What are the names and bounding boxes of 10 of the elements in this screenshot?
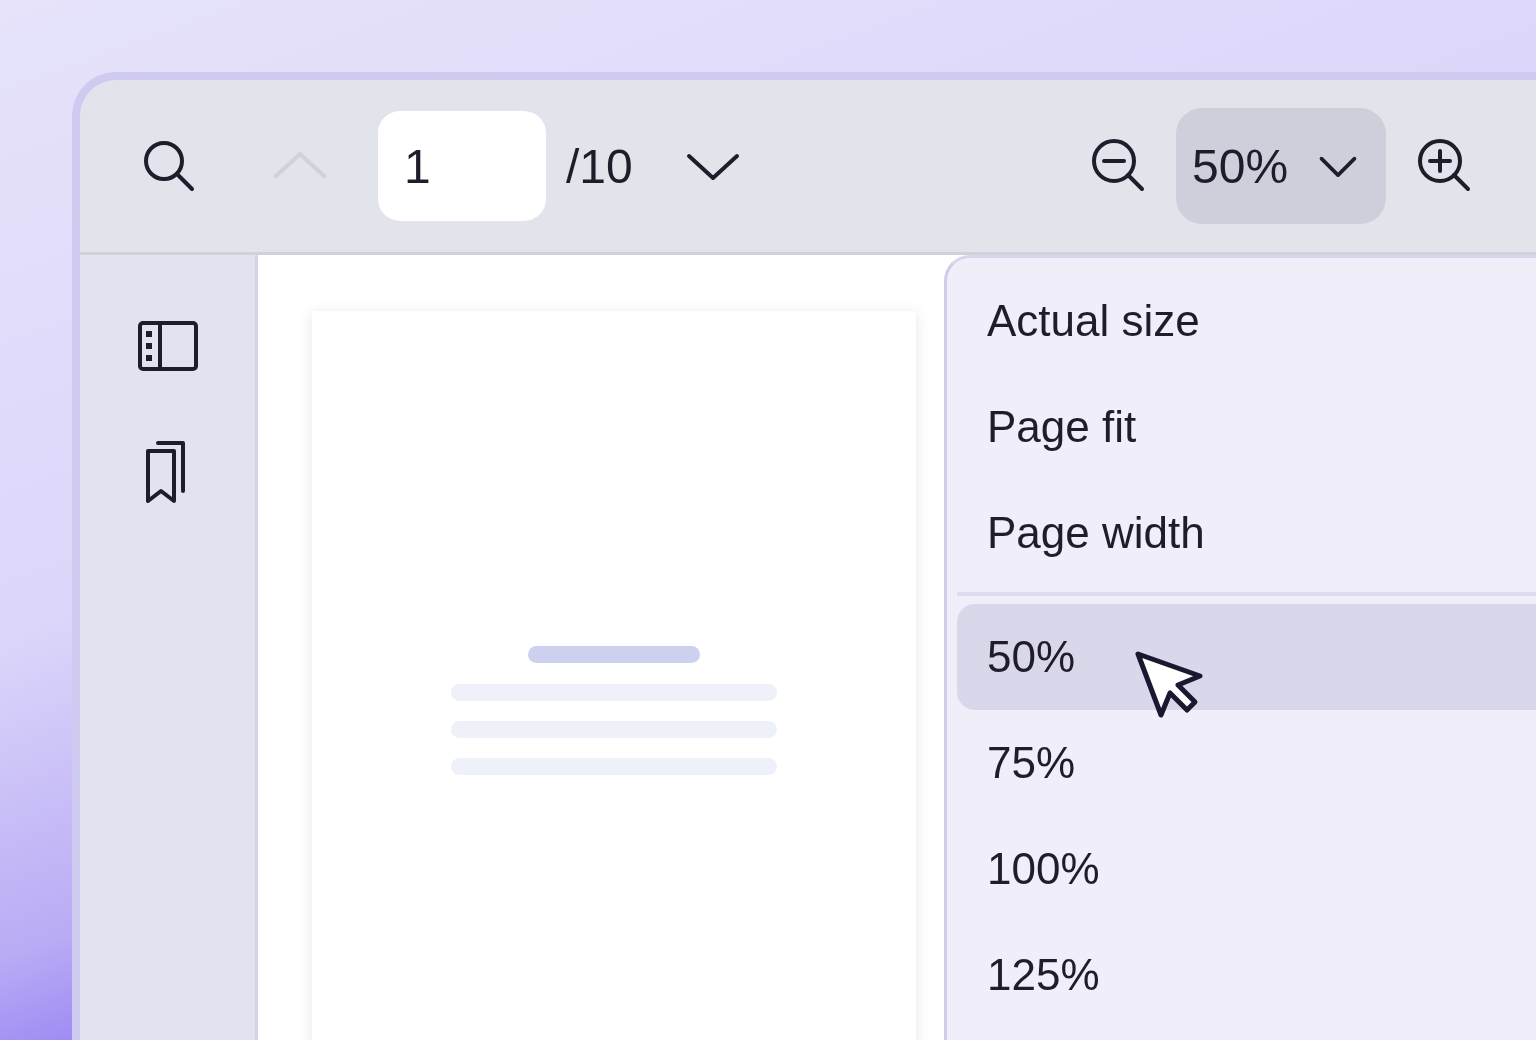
menu-item[interactable]: Actual size bbox=[957, 268, 1536, 374]
menu-item[interactable]: Page fit bbox=[957, 374, 1536, 480]
menu-item[interactable]: 100% bbox=[957, 816, 1536, 922]
menu-item[interactable]: Page width bbox=[957, 480, 1536, 586]
menu-item[interactable]: 125% bbox=[957, 922, 1536, 1028]
page-total: /10 bbox=[566, 138, 633, 194]
menu-item[interactable]: 75% bbox=[957, 710, 1536, 816]
page-number-field[interactable]: 1 bbox=[378, 111, 546, 221]
menu-item[interactable]: 50% bbox=[957, 604, 1536, 710]
zoom-dropdown[interactable]: 50% bbox=[1176, 108, 1386, 224]
